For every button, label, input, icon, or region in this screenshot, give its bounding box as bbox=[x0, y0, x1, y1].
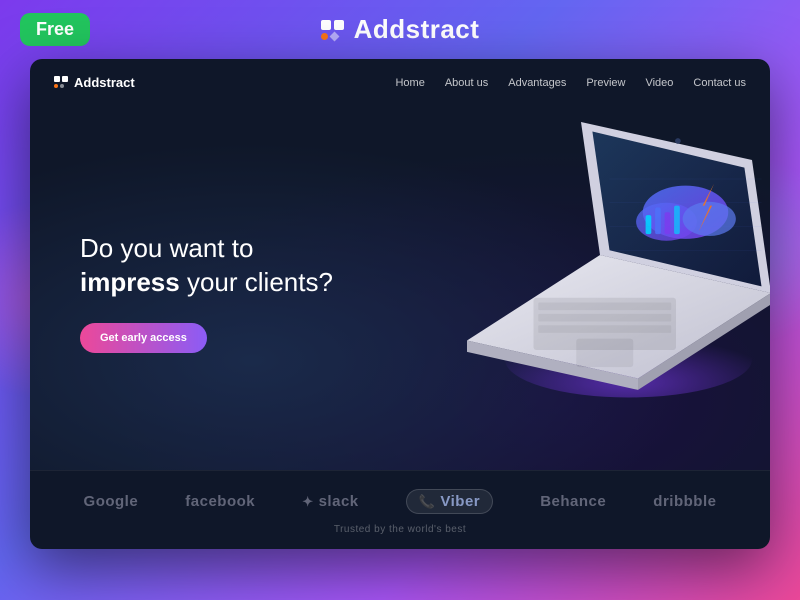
camera-dot bbox=[675, 138, 681, 144]
logo-dot-1 bbox=[321, 20, 331, 30]
brand-facebook: facebook bbox=[185, 493, 255, 510]
top-logo-icon bbox=[321, 20, 344, 40]
nav-about[interactable]: About us bbox=[445, 73, 488, 91]
nav-contact-link[interactable]: Contact us bbox=[693, 77, 746, 89]
google-label: Google bbox=[84, 493, 139, 510]
card-nav-links: Home About us Advantages Preview Video C… bbox=[395, 73, 746, 91]
slack-label: slack bbox=[319, 493, 359, 510]
nav-advantages-link[interactable]: Advantages bbox=[508, 77, 566, 89]
trusted-text: Trusted by the world's best bbox=[60, 520, 740, 543]
card-hero: Do you want to impress your clients? Get… bbox=[30, 105, 770, 470]
card-nav: Addstract Home About us Advantages Previ… bbox=[30, 59, 770, 105]
hero-title-line2: your clients? bbox=[187, 267, 333, 297]
card-logo-label: Addstract bbox=[74, 75, 135, 90]
kb-row2 bbox=[538, 314, 671, 322]
nav-about-link[interactable]: About us bbox=[445, 77, 488, 89]
laptop-svg bbox=[410, 105, 770, 425]
free-badge: Free bbox=[20, 13, 90, 46]
logo-dot-2 bbox=[334, 20, 344, 30]
brand-slack: ✦ slack bbox=[302, 493, 358, 510]
dribbble-label: dribbble bbox=[653, 493, 716, 510]
nav-advantages[interactable]: Advantages bbox=[508, 73, 566, 91]
brands-row: Google facebook ✦ slack 📞 Viber Behance … bbox=[60, 483, 740, 520]
nav-preview-link[interactable]: Preview bbox=[586, 77, 625, 89]
cdot-2 bbox=[62, 76, 68, 82]
cta-button[interactable]: Get early access bbox=[80, 323, 207, 353]
nav-home-link[interactable]: Home bbox=[395, 77, 424, 89]
laptop-illustration bbox=[410, 105, 770, 425]
hero-title: Do you want to impress your clients? bbox=[80, 232, 400, 300]
cdot-3 bbox=[54, 84, 58, 88]
top-logo: Addstract bbox=[321, 14, 480, 45]
brand-dribbble: dribbble bbox=[653, 493, 716, 510]
main-card: Addstract Home About us Advantages Previ… bbox=[30, 59, 770, 549]
card-logo: Addstract bbox=[54, 75, 135, 90]
logo-dot-4 bbox=[329, 31, 339, 41]
logo-dot-3 bbox=[321, 33, 328, 40]
nav-home[interactable]: Home bbox=[395, 73, 424, 91]
slack-icon: ✦ bbox=[302, 494, 313, 510]
nav-video-link[interactable]: Video bbox=[645, 77, 673, 89]
cdot-4 bbox=[60, 84, 64, 88]
card-brands: Google facebook ✦ slack 📞 Viber Behance … bbox=[30, 470, 770, 549]
cdot-1 bbox=[54, 76, 60, 82]
viber-label: Viber bbox=[440, 493, 480, 510]
top-logo-text: Addstract bbox=[354, 14, 480, 45]
facebook-label: facebook bbox=[185, 493, 255, 510]
brand-behance: Behance bbox=[540, 493, 606, 510]
hero-title-bold: impress bbox=[80, 267, 180, 297]
trackpad bbox=[576, 339, 633, 368]
viber-icon: 📞 bbox=[419, 494, 436, 510]
top-bar: Free Addstract bbox=[0, 0, 800, 59]
behance-label: Behance bbox=[540, 493, 606, 510]
hero-text: Do you want to impress your clients? Get… bbox=[80, 232, 400, 354]
nav-video[interactable]: Video bbox=[645, 73, 673, 91]
brand-viber: 📞 Viber bbox=[406, 489, 493, 514]
kb-row1 bbox=[538, 303, 671, 311]
kb-row3 bbox=[538, 325, 671, 333]
nav-contact[interactable]: Contact us bbox=[693, 73, 746, 91]
hero-title-line1: Do you want to bbox=[80, 233, 253, 263]
brand-google: Google bbox=[84, 493, 139, 510]
nav-preview[interactable]: Preview bbox=[586, 73, 625, 91]
card-logo-icon bbox=[54, 76, 68, 88]
